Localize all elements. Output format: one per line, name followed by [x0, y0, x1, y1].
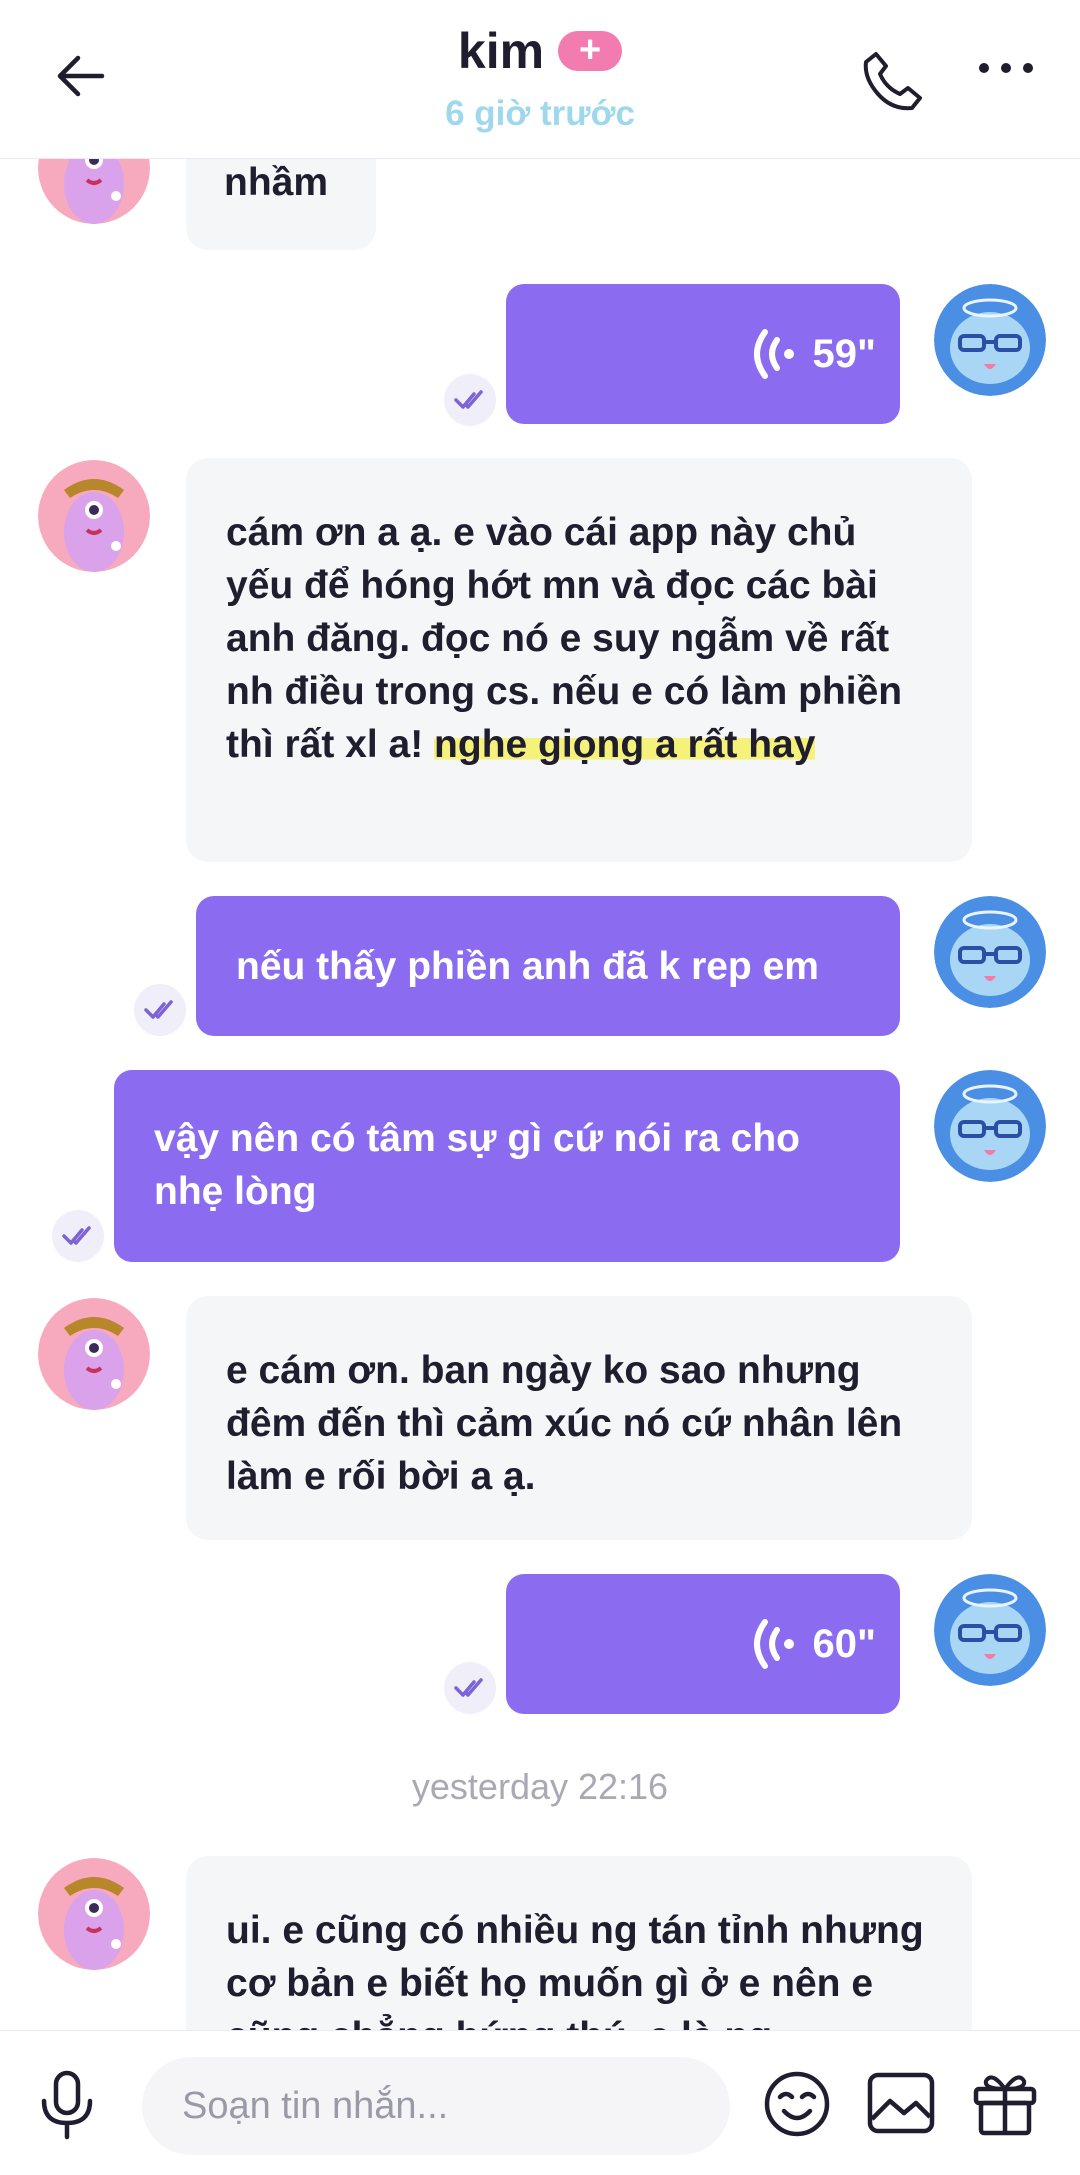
- microphone-icon: [41, 2070, 93, 2140]
- voice-duration: 60": [812, 1621, 876, 1666]
- seen-check-icon: [444, 374, 496, 426]
- highlighted-text: nghe giọng a rất hay: [434, 723, 816, 766]
- message-bubble-outgoing[interactable]: vậy nên có tâm sự gì cứ nói ra cho nhẹ l…: [114, 1070, 900, 1262]
- gift-icon: [973, 2075, 1037, 2136]
- my-avatar[interactable]: [934, 1574, 1046, 1686]
- contact-avatar[interactable]: [38, 1858, 150, 1970]
- contact-avatar[interactable]: [38, 1298, 150, 1410]
- emoji-button[interactable]: [762, 2069, 834, 2141]
- contact-avatar-image: [38, 1298, 150, 1410]
- message-text: ui. e cũng có nhiều ng tán tỉnh nhưng cơ…: [226, 1909, 924, 2030]
- message-input[interactable]: [142, 2057, 730, 2155]
- image-icon: [867, 2072, 935, 2134]
- message-bubble-incoming[interactable]: cám ơn a ạ. e vào cái app này chủ yếu để…: [186, 458, 972, 862]
- gift-button[interactable]: [970, 2067, 1042, 2139]
- chat-thread[interactable]: nhầm 59" cám ơn a ạ. e vào cái app này c…: [0, 0, 1080, 2030]
- call-button[interactable]: [862, 50, 932, 120]
- my-avatar[interactable]: [934, 1070, 1046, 1182]
- image-button[interactable]: [866, 2071, 938, 2139]
- more-options-button[interactable]: [976, 58, 1046, 98]
- my-avatar-image: [934, 284, 1046, 396]
- sound-wave-icon: [753, 1619, 794, 1669]
- sound-wave-icon: [753, 329, 794, 379]
- smiley-icon: [764, 2071, 830, 2137]
- message-text: nếu thấy phiền anh đã k rep em: [236, 945, 819, 988]
- more-horizontal-icon: [979, 63, 1033, 73]
- my-avatar[interactable]: [934, 284, 1046, 396]
- seen-check-icon: [134, 984, 186, 1036]
- voice-message-bubble[interactable]: 59": [506, 284, 900, 424]
- message-text: vậy nên có tâm sự gì cứ nói ra cho nhẹ l…: [154, 1117, 800, 1213]
- message-text: e cám ơn. ban ngày ko sao nhưng đêm đến …: [226, 1349, 903, 1498]
- voice-duration: 59": [812, 331, 876, 376]
- seen-check-icon: [52, 1210, 104, 1262]
- contact-avatar-image: [38, 1858, 150, 1970]
- my-avatar-image: [934, 1070, 1046, 1182]
- my-avatar-image: [934, 1574, 1046, 1686]
- message-bubble-incoming[interactable]: ui. e cũng có nhiều ng tán tỉnh nhưng cơ…: [186, 1856, 972, 2030]
- contact-name: kim: [457, 23, 545, 79]
- phone-icon: [863, 52, 922, 111]
- seen-check-icon: [444, 1662, 496, 1714]
- voice-record-button[interactable]: [38, 2069, 102, 2141]
- chat-header: kim + 6 giờ trước: [0, 0, 1080, 159]
- message-bubble-outgoing[interactable]: nếu thấy phiền anh đã k rep em: [196, 896, 900, 1036]
- my-avatar-image: [934, 896, 1046, 1008]
- date-separator: yesterday 22:16: [411, 1766, 669, 1807]
- message-composer: [0, 2030, 1080, 2175]
- voice-message-bubble[interactable]: 60": [506, 1574, 900, 1714]
- my-avatar[interactable]: [934, 896, 1046, 1008]
- contact-avatar-image: [38, 460, 150, 572]
- plus-badge: +: [558, 31, 623, 71]
- message-bubble-incoming[interactable]: e cám ơn. ban ngày ko sao nhưng đêm đến …: [186, 1296, 972, 1540]
- message-text: nhầm: [224, 161, 329, 204]
- contact-avatar[interactable]: [38, 460, 150, 572]
